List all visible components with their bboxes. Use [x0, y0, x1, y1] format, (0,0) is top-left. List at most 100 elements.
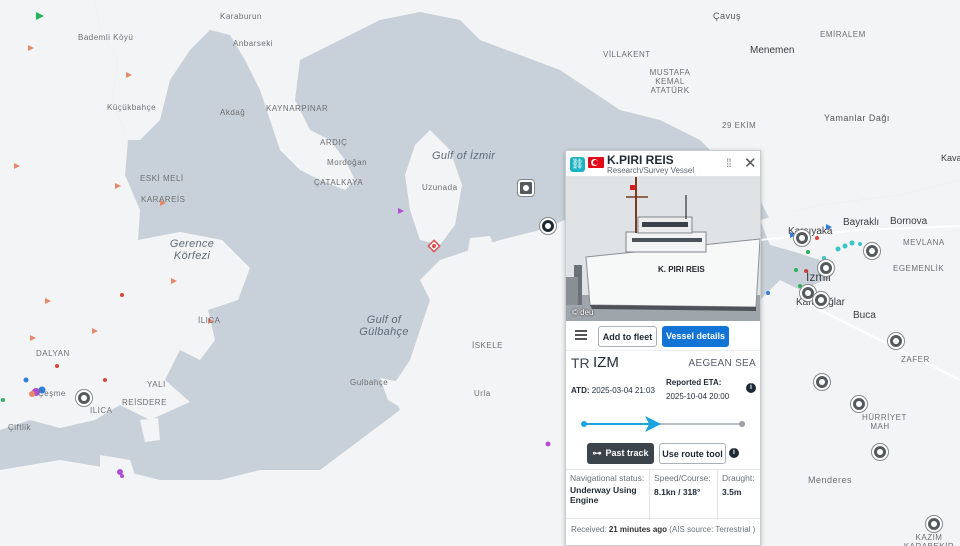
menu-icon[interactable]: [575, 330, 587, 340]
place-label: Bayraklı: [843, 217, 880, 228]
ship-hull-text: K. PIRI REIS: [658, 265, 705, 274]
vessel-marker: [1, 398, 5, 402]
place-label: EMİRALEM: [820, 30, 866, 39]
vessel-info-panel: ⛓ K.PIRI REIS Research/Survey Vessel ⁞⁞ …: [565, 150, 761, 546]
place-label: DALYAN: [36, 349, 70, 358]
place-label: VİLLAKENT: [603, 50, 651, 59]
port-icon[interactable]: [818, 260, 834, 276]
port-icon[interactable]: [794, 230, 810, 246]
vessel-details-button[interactable]: Vessel details: [662, 326, 729, 347]
port-icon[interactable]: [540, 218, 556, 234]
place-label: ÇATALKAYA: [314, 178, 364, 187]
place-label: Anbarseki: [233, 39, 274, 48]
port-icon[interactable]: [864, 243, 880, 259]
port-icon[interactable]: [76, 390, 92, 406]
port-icon[interactable]: [926, 516, 942, 532]
place-label: ZAFER: [901, 355, 930, 364]
past-track-button[interactable]: ⊶ Past track: [587, 443, 654, 464]
place-label: Çiftlik: [8, 423, 32, 432]
progress-end-dot: [739, 421, 745, 427]
info-icon[interactable]: i: [729, 448, 739, 458]
vessel-name[interactable]: K.PIRI REIS: [607, 153, 674, 167]
place-label: Urla: [474, 389, 491, 398]
eta-label: Reported ETA:: [666, 378, 722, 387]
place-label: KAZIM KARABEKİR: [904, 533, 954, 546]
use-route-tool-button[interactable]: Use route tool: [659, 443, 726, 464]
place-label: Gulbahçe: [350, 378, 389, 387]
speed-value: 8.1kn / 318°: [654, 487, 701, 497]
place-label: YALI: [147, 380, 166, 389]
port-icon[interactable]: [518, 180, 534, 196]
close-icon[interactable]: ✕: [744, 154, 757, 172]
place-label: Buca: [853, 310, 876, 321]
vessel-marker: [806, 250, 810, 254]
place-label: Uzunada: [422, 183, 458, 192]
place-label: KAYNARPINAR: [266, 104, 329, 113]
place-label: Çeşme: [38, 389, 66, 398]
flag-code: TR: [571, 355, 590, 371]
eta-value: 2025-10-04 20:00: [666, 392, 730, 401]
place-label: Gulf of Gülbahçe: [359, 314, 409, 338]
vessel-marker: [794, 268, 798, 272]
vessel-photo[interactable]: K. PIRI REIS © deu: [566, 177, 760, 321]
place-label: KARAREİS: [141, 195, 186, 204]
place-label: Gulf of İzmir: [432, 150, 496, 162]
place-label: Mordoğan: [327, 158, 368, 167]
received-value: 21 minutes ago: [608, 525, 668, 534]
vessel-marker: [842, 243, 848, 249]
vessel-marker: [766, 291, 770, 295]
place-label: Kavak: [941, 153, 960, 163]
sea-area: AEGEAN SEA: [688, 358, 756, 369]
add-to-fleet-button[interactable]: Add to fleet: [598, 326, 657, 347]
progress-start-dot: [581, 421, 587, 427]
drag-handle-icon[interactable]: ⁞⁞: [726, 156, 732, 170]
place-label: EGEMENLİK: [893, 264, 945, 273]
port-icon[interactable]: [814, 374, 830, 390]
link-icon[interactable]: ⛓: [570, 157, 585, 172]
past-track-label: Past track: [605, 448, 649, 458]
photo-credit: © deu: [572, 308, 594, 317]
port-icon[interactable]: [813, 292, 829, 308]
route-summary: TR IZM AEGEAN SEA: [566, 351, 760, 373]
place-label: 29 EKİM: [722, 121, 757, 130]
vessel-marker: [849, 240, 855, 246]
vessel-marker: [120, 293, 124, 297]
port-icon[interactable]: [872, 444, 888, 460]
panel-toolbar: Add to fleet Vessel details: [566, 321, 760, 351]
atd-label: ATD:: [571, 386, 590, 395]
place-label: REİSDERE: [122, 398, 167, 407]
vessel-status-grid: Navigational status: Underway Using Engi…: [566, 469, 760, 520]
place-label: Akdağ: [220, 108, 246, 117]
place-label: MEVLANA: [903, 238, 945, 247]
place-label: MUSTAFA KEMAL ATATÜRK: [649, 68, 691, 95]
vessel-marker: [858, 242, 862, 246]
destination-port: IZM: [593, 354, 619, 371]
vessel-marker: [103, 378, 107, 382]
voyage-times: ATD: 2025-03-04 21:03 Reported ETA: 2025…: [566, 373, 760, 411]
port-icon[interactable]: [888, 333, 904, 349]
info-icon[interactable]: i: [746, 383, 756, 393]
vessel-marker: [835, 246, 841, 252]
vessel-marker: [120, 474, 124, 478]
received-label: Received:: [571, 525, 607, 534]
draught-value: 3.5m: [722, 487, 742, 497]
place-label: Çavuş: [713, 11, 742, 21]
vessel-photo-image: K. PIRI REIS: [566, 177, 760, 321]
place-label: Küçükbahçe: [107, 103, 157, 112]
place-label: Gerence Körfezi: [169, 238, 215, 262]
voyage-progress: [566, 411, 760, 437]
port-icon[interactable]: [851, 396, 867, 412]
vessel-marker: [545, 441, 551, 447]
place-label: ILICA: [90, 406, 113, 415]
place-label: HÜRRİYET MAH: [862, 413, 907, 431]
turkey-flag-icon: [588, 157, 604, 168]
nav-status-value: Underway Using Engine: [570, 485, 637, 505]
place-label: Bornova: [890, 216, 928, 227]
speed-label: Speed/Course:: [654, 473, 711, 483]
place-label: Bademli Köyü: [78, 33, 134, 42]
vessel-type: Research/Survey Vessel: [607, 166, 695, 175]
place-label: İLICA: [198, 316, 221, 325]
draught-label: Draught:: [722, 473, 755, 483]
track-icon: ⊶: [592, 448, 602, 458]
place-label: ESKİ MELİ: [140, 174, 184, 183]
